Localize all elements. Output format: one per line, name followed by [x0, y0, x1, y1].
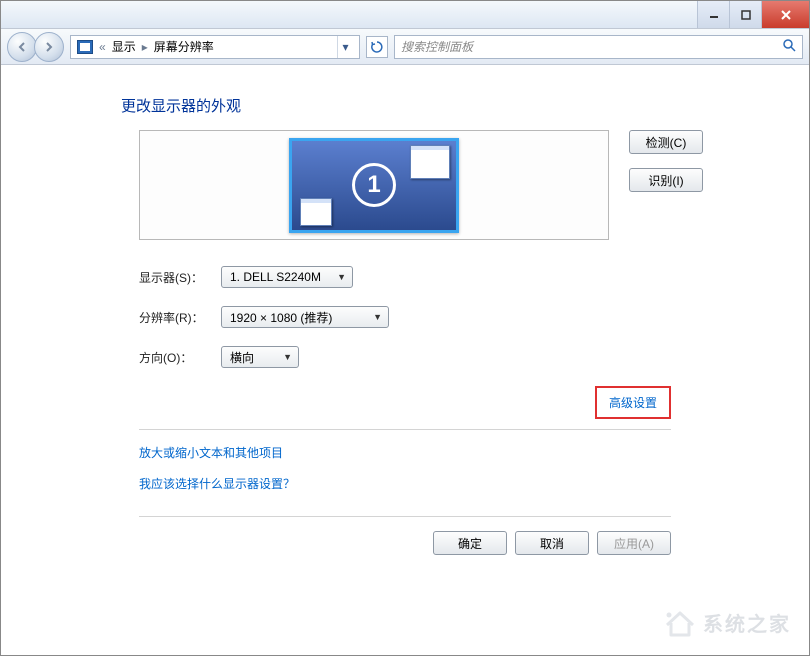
chevron-down-icon: ▼	[283, 352, 292, 362]
scale-text-link[interactable]: 放大或缩小文本和其他项目	[139, 444, 789, 461]
display-preview-panel[interactable]: 1	[139, 130, 609, 240]
address-bar[interactable]: « 显示 ▸ 屏幕分辨率 ▾	[70, 35, 360, 59]
ok-button[interactable]: 确定	[433, 531, 507, 555]
footer-buttons: 确定 取消 应用(A)	[139, 516, 671, 555]
navigation-bar: « 显示 ▸ 屏幕分辨率 ▾ 搜索控制面板	[1, 29, 809, 65]
search-icon[interactable]	[782, 38, 796, 55]
resolution-select[interactable]: 1920 × 1080 (推荐) ▼	[221, 306, 389, 328]
window-titlebar	[1, 1, 809, 29]
close-button[interactable]	[761, 1, 809, 28]
monitor-thumbnail[interactable]: 1	[289, 138, 459, 233]
refresh-button[interactable]	[366, 36, 388, 58]
identify-button[interactable]: 识别(I)	[629, 168, 703, 192]
house-icon	[663, 609, 697, 637]
breadcrumb-separator: ▸	[142, 40, 148, 54]
highlight-box: 高级设置	[595, 386, 671, 419]
control-panel-icon	[77, 40, 93, 54]
which-monitor-link[interactable]: 我应该选择什么显示器设置？	[139, 475, 789, 492]
watermark-text: 系统之家	[703, 608, 791, 637]
display-label: 显示器(S)：	[139, 269, 209, 286]
display-value: 1. DELL S2240M	[230, 270, 321, 284]
cancel-button[interactable]: 取消	[515, 531, 589, 555]
page-title: 更改显示器的外观	[121, 95, 789, 116]
chevron-down-icon: ▼	[337, 272, 346, 282]
nav-back-button[interactable]	[7, 32, 37, 62]
arrow-right-icon	[44, 42, 54, 52]
address-dropdown[interactable]: ▾	[337, 36, 353, 58]
maximize-button[interactable]	[729, 1, 761, 28]
resolution-label: 分辨率(R)：	[139, 309, 209, 326]
divider	[139, 429, 671, 430]
detect-button[interactable]: 检测(C)	[629, 130, 703, 154]
preview-window-icon	[300, 198, 332, 226]
breadcrumb-prefix: «	[99, 40, 106, 54]
orientation-value: 横向	[230, 349, 254, 366]
search-placeholder: 搜索控制面板	[401, 38, 473, 55]
breadcrumb-resolution[interactable]: 屏幕分辨率	[154, 38, 214, 55]
chevron-down-icon: ▼	[373, 312, 382, 322]
breadcrumb-display[interactable]: 显示	[112, 38, 136, 55]
display-select[interactable]: 1. DELL S2240M ▼	[221, 266, 353, 288]
orientation-select[interactable]: 横向 ▼	[221, 346, 299, 368]
minimize-button[interactable]	[697, 1, 729, 28]
watermark: 系统之家	[663, 608, 791, 637]
preview-window-icon	[410, 145, 450, 179]
arrow-left-icon	[17, 42, 27, 52]
advanced-settings-link[interactable]: 高级设置	[609, 396, 657, 410]
apply-button[interactable]: 应用(A)	[597, 531, 671, 555]
nav-forward-button[interactable]	[34, 32, 64, 62]
content-area: 更改显示器的外观 1 检测(C) 识别(I) 显示器(S)： 1. DELL S…	[1, 65, 809, 575]
refresh-icon	[370, 40, 384, 54]
monitor-number: 1	[352, 163, 396, 207]
orientation-label: 方向(O)：	[139, 349, 209, 366]
search-box[interactable]: 搜索控制面板	[394, 35, 803, 59]
resolution-value: 1920 × 1080 (推荐)	[230, 309, 332, 326]
